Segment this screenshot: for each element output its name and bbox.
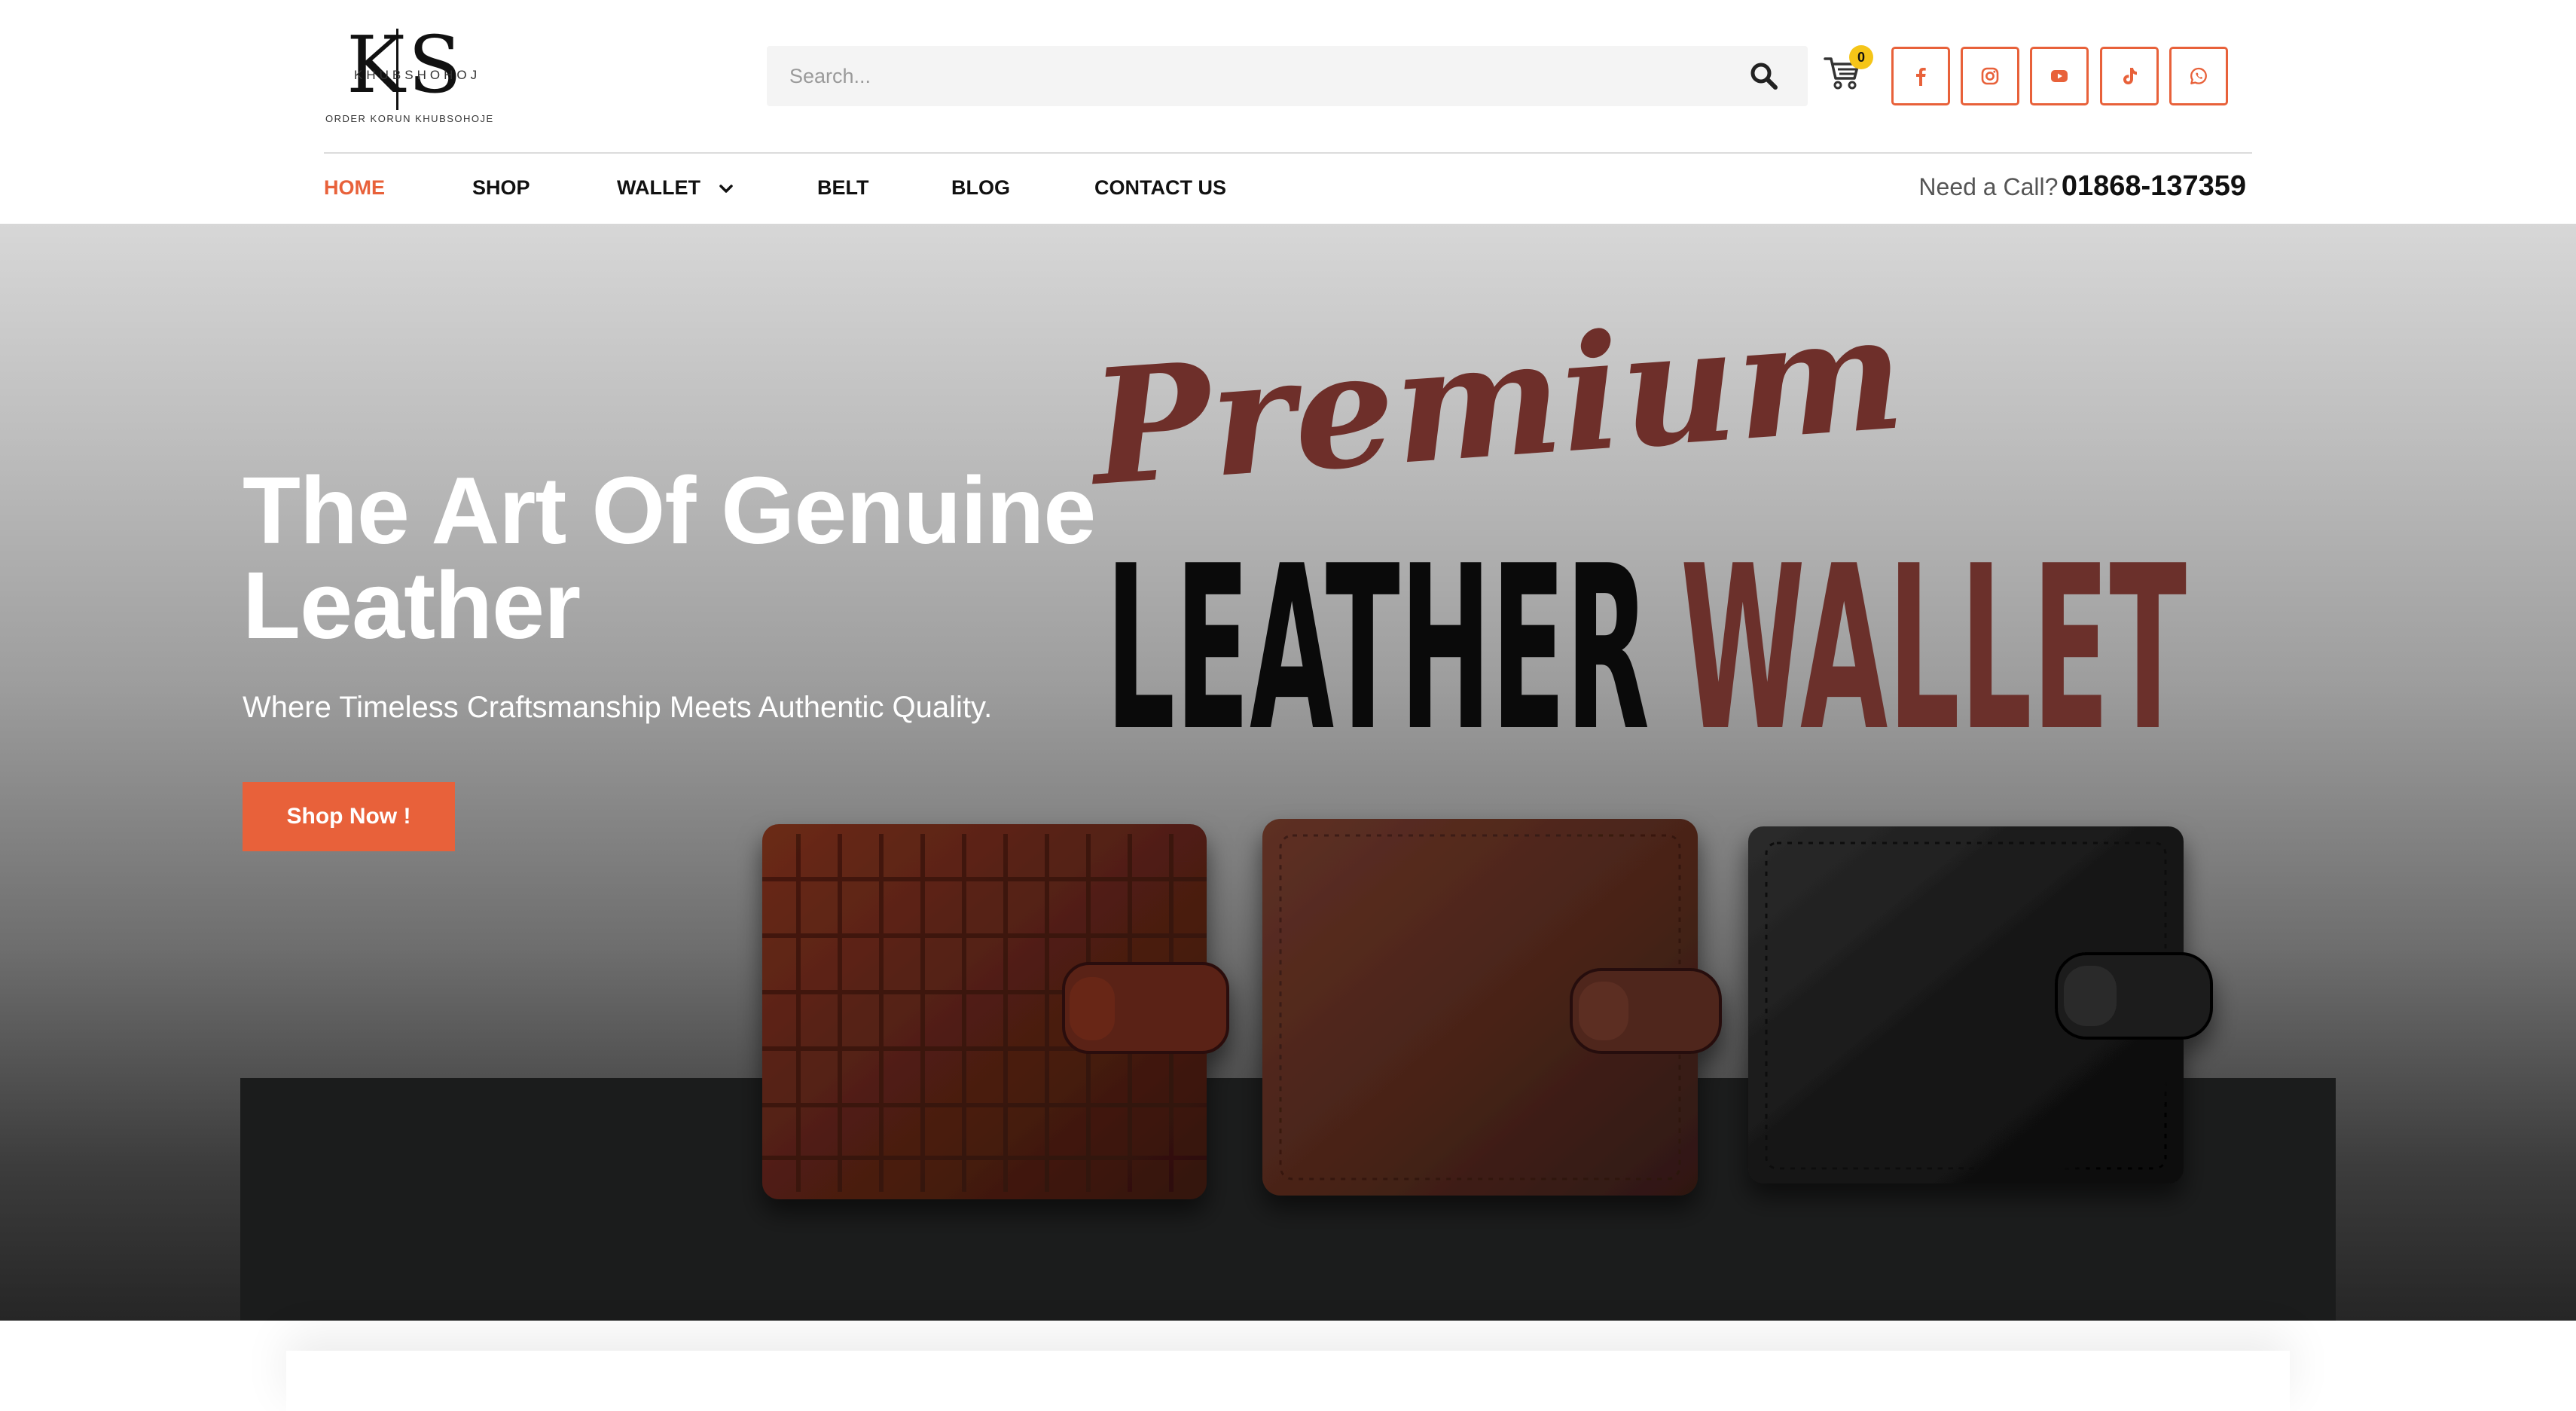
tiktok-icon bbox=[2123, 68, 2137, 84]
cart-button[interactable]: 0 bbox=[1823, 45, 1873, 96]
nav-wallet-label: WALLET bbox=[617, 176, 700, 199]
next-section bbox=[0, 1321, 2576, 1411]
nav-home[interactable]: HOME bbox=[324, 176, 385, 200]
nav-blog[interactable]: BLOG bbox=[951, 176, 1010, 200]
facebook-icon bbox=[1916, 68, 1926, 86]
site-logo[interactable]: KS KHUBSHOHOJ ORDER KORUN KHUBSOHOJE bbox=[324, 19, 493, 128]
call-label: Need a Call? bbox=[1918, 173, 2059, 200]
whatsapp-icon bbox=[2190, 67, 2207, 84]
youtube-icon bbox=[2051, 70, 2068, 82]
hero-banner: Premium LEATHER WALLET The Art Of Genuin… bbox=[0, 224, 2576, 1321]
nav-contact-us[interactable]: CONTACT US bbox=[1094, 176, 1226, 200]
logo-brand-text: KHUBSHOHOJ bbox=[354, 68, 481, 82]
logo-tagline: ORDER KORUN KHUBSOHOJE bbox=[325, 113, 494, 124]
shop-now-button[interactable]: Shop Now ! bbox=[243, 782, 455, 851]
nav-shop[interactable]: SHOP bbox=[472, 176, 530, 200]
banner-word-wallet: WALLET bbox=[1680, 518, 2187, 780]
nav-wallet[interactable]: WALLET bbox=[617, 176, 734, 200]
call-info: Need a Call? 01868-137359 bbox=[1918, 170, 2246, 203]
whatsapp-button[interactable] bbox=[2169, 47, 2228, 105]
nav-belt[interactable]: BELT bbox=[817, 176, 869, 200]
youtube-button[interactable] bbox=[2030, 47, 2089, 105]
display-surface bbox=[240, 1078, 2336, 1321]
logo-monogram: KS bbox=[346, 19, 465, 111]
search-icon bbox=[1750, 63, 1778, 90]
site-header: KS KHUBSHOHOJ ORDER KORUN KHUBSOHOJE 0 bbox=[0, 0, 2576, 224]
banner-script-word: Premium bbox=[1082, 279, 1909, 521]
call-number[interactable]: 01868-137359 bbox=[2062, 170, 2246, 202]
instagram-icon bbox=[1981, 67, 1999, 85]
search-bar bbox=[767, 46, 1808, 106]
facebook-button[interactable] bbox=[1891, 47, 1950, 105]
search-button[interactable] bbox=[1749, 61, 1779, 91]
instagram-button[interactable] bbox=[1961, 47, 2019, 105]
hero-title: The Art Of Genuine Leather bbox=[243, 457, 1096, 658]
next-section-card bbox=[286, 1351, 2290, 1411]
chevron-down-icon bbox=[719, 185, 733, 193]
cart-count-badge: 0 bbox=[1849, 45, 1873, 69]
banner-word-leather: LEATHER bbox=[1106, 518, 1650, 780]
tiktok-button[interactable] bbox=[2100, 47, 2159, 105]
hero-subtitle: Where Timeless Craftsmanship Meets Authe… bbox=[243, 691, 993, 724]
search-input[interactable] bbox=[767, 46, 1731, 106]
header-divider bbox=[324, 152, 2252, 154]
